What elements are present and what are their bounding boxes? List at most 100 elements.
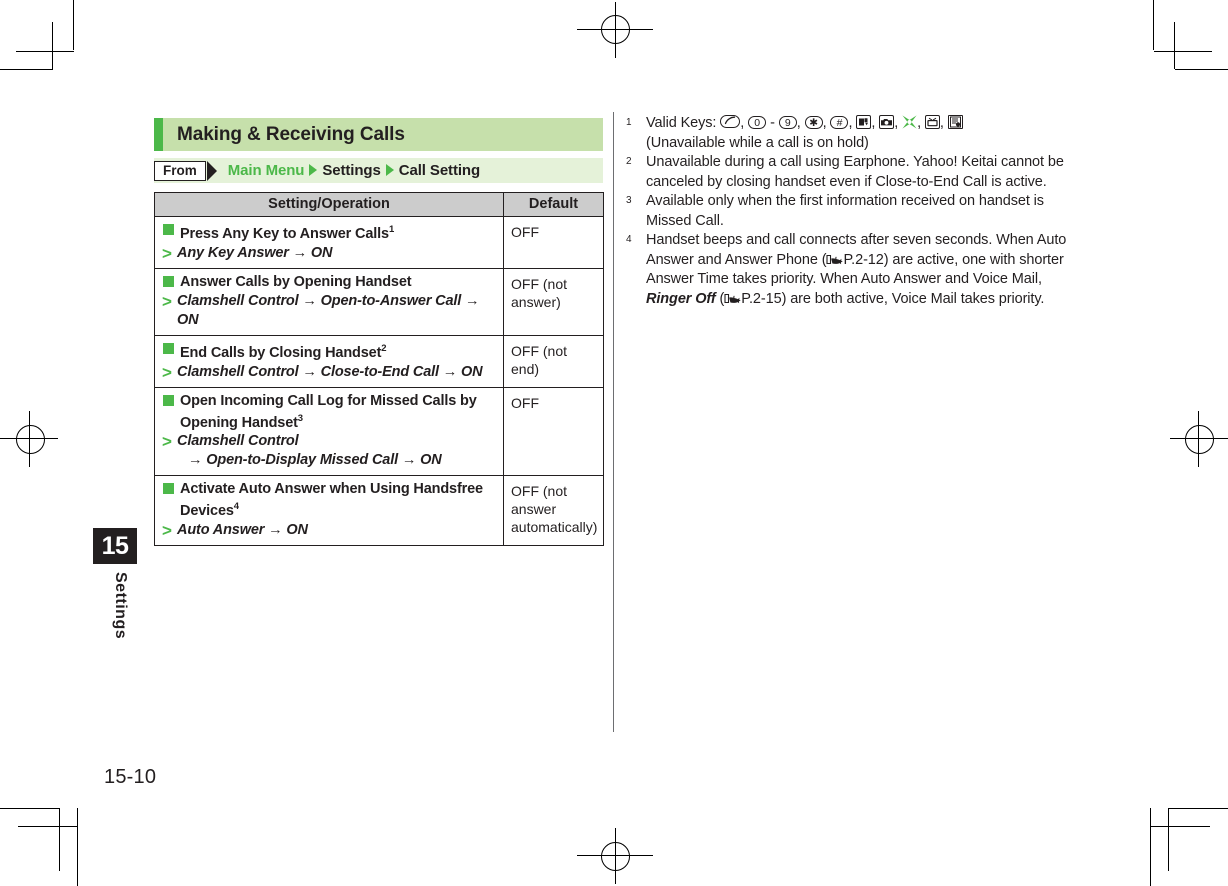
crop-mark-bottom-right-v (1168, 809, 1169, 871)
crop-mark-top-left-h2 (16, 51, 74, 52)
cell-setting-operation: End Calls by Closing Handset2 > Clamshell… (154, 334, 504, 388)
green-square-bullet-icon (163, 224, 174, 235)
table-row: Activate Auto Answer when Using Handsfre… (154, 475, 604, 547)
footnote-3: 3 Available only when the first informati… (626, 192, 1078, 231)
footnote-marker: 1 (388, 224, 395, 235)
breadcrumb-item-call-setting[interactable]: Call Setting (399, 162, 480, 179)
footnote-marker: 3 (297, 412, 303, 424)
crop-mark-bottom-right-h2 (1150, 826, 1210, 827)
setting-path-text-line2: ON (177, 311, 199, 328)
crop-mark-bottom-right-h (1168, 808, 1228, 809)
crop-mark-top-left-v2 (52, 22, 53, 69)
setting-title: Activate Auto Answer when Using Handsfre… (162, 480, 497, 520)
crop-mark-bottom-left-h2 (18, 826, 78, 827)
setting-title-text: End Calls by Closing Handset (180, 344, 382, 361)
breadcrumb-items: Main Menu Settings Call Setting (228, 162, 480, 180)
table-row: Answer Calls by Opening Handset > Clamshe… (154, 267, 604, 336)
column-header-setting-operation: Setting/Operation (154, 192, 504, 217)
setting-title: Answer Calls by Opening Handset (162, 273, 497, 291)
cell-setting-operation: Activate Auto Answer when Using Handsfre… (154, 475, 504, 547)
footnote-1-dash: - (770, 115, 775, 131)
setting-path: > Auto Answer → ON (162, 521, 497, 540)
setting-path-text: Auto Answer → ON (177, 522, 308, 539)
footnote-4-emphasis: Ringer Off (646, 290, 716, 307)
green-square-bullet-icon (163, 394, 174, 406)
footnote-marker: 2 (381, 342, 387, 354)
table-row: Press Any Key to Answer Calls1 > Any Key … (154, 216, 604, 269)
footnote-2-number: 2 (626, 156, 632, 167)
chapter-number: 15 (93, 528, 137, 564)
breadcrumb: From Main Menu Settings Call Setting (154, 158, 603, 183)
section-header: Making & Receiving Calls (154, 118, 603, 151)
chevron-right-icon (309, 163, 318, 176)
page-number: 15-10 (104, 766, 157, 788)
setting-path: > Clamshell Control → Open-to-Display Miss… (162, 432, 497, 470)
registration-mark-right-circle (1185, 425, 1214, 454)
crop-mark-top-right-h (1175, 69, 1228, 70)
footnote-4-ref1: P.2-12 (843, 251, 884, 268)
footnote-4-part3: ( (715, 290, 725, 307)
breadcrumb-from-label: From (154, 160, 206, 181)
setting-title: Press Any Key to Answer Calls1 (162, 221, 497, 243)
cell-default: OFF (503, 386, 604, 477)
crop-mark-top-right-v2 (1174, 22, 1175, 69)
tv-key-icon (924, 115, 940, 129)
crop-mark-bottom-left-v2 (77, 808, 78, 886)
footnote-1-number: 1 (626, 117, 632, 128)
triangle-right-icon (206, 160, 217, 181)
setting-title-text: Activate Auto Answer when Using Handsfre… (180, 481, 483, 520)
crop-mark-top-right-h2 (1154, 51, 1212, 52)
footnote-4-number: 4 (626, 234, 632, 245)
settings-table: Setting/Operation Default Press Any Key … (154, 192, 604, 547)
mail-key-icon (856, 115, 872, 129)
setting-path: > Any Key Answer → ON (162, 244, 497, 263)
registration-mark-left-circle (16, 425, 45, 454)
cell-setting-operation: Open Incoming Call Log for Missed Calls … (154, 386, 504, 477)
table-row: End Calls by Closing Handset2 > Clamshell… (154, 334, 604, 388)
footnote-1-lead: Valid Keys: (646, 115, 717, 131)
memo-key-icon (947, 115, 963, 129)
path-marker-icon: > (162, 432, 172, 452)
setting-title-text: Open Incoming Call Log for Missed Calls … (180, 392, 477, 431)
camera-key-icon (879, 115, 895, 129)
pointing-hand-icon (724, 292, 741, 305)
crop-mark-bottom-left-v (59, 809, 60, 871)
setting-title-text: Press Any Key to Answer Calls (180, 225, 389, 242)
breadcrumb-item-main-menu[interactable]: Main Menu (228, 162, 305, 179)
crop-mark-top-left-h (0, 69, 53, 70)
crop-mark-top-right-v (1153, 0, 1154, 50)
setting-title: Open Incoming Call Log for Missed Calls … (162, 392, 497, 432)
column-divider (613, 112, 614, 732)
registration-mark-top-circle (601, 15, 630, 44)
breadcrumb-item-settings[interactable]: Settings (322, 162, 380, 179)
page-title: Making & Receiving Calls (177, 123, 405, 145)
setting-path: > Clamshell Control → Open-to-Answer Call… (162, 292, 497, 330)
path-marker-icon: > (162, 521, 172, 541)
crop-mark-bottom-left-h (0, 808, 60, 809)
section-accent-bar (154, 118, 163, 151)
registration-mark-bottom-circle (601, 842, 630, 871)
footnote-1-tail: (Unavailable while a call is on hold) (646, 134, 869, 151)
setting-path-text: Clamshell Control → Close-to-End Call → … (177, 363, 483, 380)
setting-path-text: Clamshell Control → Open-to-Answer Call … (177, 292, 480, 309)
breadcrumb-from-badge: From (154, 160, 217, 181)
path-marker-icon: > (162, 291, 172, 311)
right-column-footnotes: 1 Valid Keys: , 0 - 9, ✱, #, , , , , (Una… (626, 114, 1078, 309)
cell-default: OFF (not end) (503, 334, 604, 388)
setting-path-text: Any Key Answer → ON (177, 244, 333, 261)
key-0-icon: 0 (748, 116, 767, 129)
cell-default: OFF (503, 216, 604, 269)
green-square-bullet-icon (163, 342, 174, 354)
key-9-icon: 9 (778, 116, 797, 129)
crop-mark-bottom-right-v2 (1150, 808, 1151, 886)
shortcut-key-icon (902, 115, 917, 129)
crop-mark-top-left-v (73, 0, 74, 50)
green-square-bullet-icon (163, 275, 174, 287)
chevron-right-icon (385, 163, 394, 176)
setting-title: End Calls by Closing Handset2 (162, 340, 497, 362)
cell-setting-operation: Press Any Key to Answer Calls1 > Any Key … (154, 216, 504, 269)
chapter-name: Settings (112, 572, 129, 640)
hash-key-icon: # (830, 116, 849, 129)
footnote-4-ref2: P.2-15 (741, 290, 782, 307)
footnote-3-text: Available only when the first informatio… (646, 193, 1044, 229)
